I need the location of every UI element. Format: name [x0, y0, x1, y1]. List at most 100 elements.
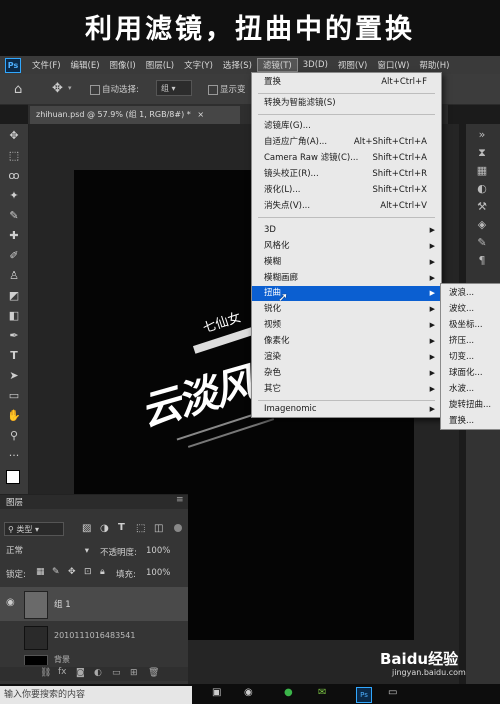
- lasso-tool-icon[interactable]: ꝏ: [6, 168, 22, 184]
- foreground-color-swatch[interactable]: [6, 470, 20, 484]
- more-tools-icon[interactable]: ···: [6, 448, 22, 464]
- menu-item-displace-last[interactable]: 置换 Alt+Ctrl+F: [252, 75, 441, 90]
- menu-item-other[interactable]: 其它 ▶: [252, 382, 441, 397]
- visibility-eye-icon[interactable]: ◉: [6, 597, 15, 608]
- layers-tab[interactable]: 图层: [6, 496, 23, 508]
- layer-row[interactable]: ◉ 组 1: [0, 587, 188, 621]
- menu-select[interactable]: 选择(S): [218, 59, 257, 71]
- new-layer-icon[interactable]: ⊞: [130, 668, 138, 678]
- adjustment-layer-icon[interactable]: ◐: [94, 668, 102, 678]
- adjustment-filter-icon[interactable]: ◑: [100, 523, 109, 534]
- fx-icon[interactable]: fx: [58, 667, 67, 677]
- hand-tool-icon[interactable]: ✋: [6, 408, 22, 424]
- browser-icon[interactable]: ◉: [244, 687, 253, 698]
- shape-tool-icon[interactable]: ▭: [6, 388, 22, 404]
- adjustments-panel-icon[interactable]: ◐: [475, 182, 489, 196]
- layer-row[interactable]: 2010111016483541: [0, 623, 188, 651]
- menu-item-pixelate[interactable]: 像素化 ▶: [252, 334, 441, 349]
- eraser-tool-icon[interactable]: ◩: [6, 288, 22, 304]
- document-tab[interactable]: zhihuan.psd @ 57.9% (组 1, RGB/8#) * ×: [30, 106, 240, 124]
- menu-image[interactable]: 图像(I): [105, 59, 141, 71]
- submenu-item-shear[interactable]: 切变...: [449, 349, 474, 365]
- menu-item-imagenomic[interactable]: Imagenomic ▶: [252, 402, 441, 417]
- wechat-icon[interactable]: ✉: [318, 687, 326, 698]
- filter-toggle-icon[interactable]: [174, 524, 182, 532]
- layers-panel-icon[interactable]: ◈: [475, 218, 489, 232]
- lock-all-icon[interactable]: 🔒︎: [100, 567, 105, 577]
- lock-pixels-icon[interactable]: ✎: [52, 567, 60, 577]
- submenu-item-displace[interactable]: 置换...: [449, 413, 474, 429]
- lock-position-icon[interactable]: ✥: [68, 567, 76, 577]
- folder-icon[interactable]: ▭: [388, 687, 397, 698]
- close-icon[interactable]: ×: [197, 110, 204, 119]
- chrome-icon[interactable]: ●: [284, 687, 293, 698]
- brush-tool-icon[interactable]: ✐: [6, 248, 22, 264]
- menu-filter[interactable]: 滤镜(T): [256, 58, 298, 72]
- type-tool-icon[interactable]: T: [6, 348, 22, 364]
- menu-item-noise[interactable]: 杂色 ▶: [252, 366, 441, 381]
- submenu-item-polar-coordinates[interactable]: 极坐标...: [449, 317, 483, 333]
- menu-help[interactable]: 帮助(H): [414, 59, 454, 71]
- menu-item-vanishing-point[interactable]: 消失点(V)... Alt+Ctrl+V: [252, 199, 441, 214]
- menu-type[interactable]: 文字(Y): [179, 59, 218, 71]
- menu-item-stylize[interactable]: 风格化 ▶: [252, 239, 441, 254]
- task-view-icon[interactable]: ▣: [212, 687, 221, 698]
- home-icon[interactable]: ⌂: [14, 82, 22, 97]
- menu-item-filter-gallery[interactable]: 滤镜库(G)...: [252, 119, 441, 134]
- gradient-tool-icon[interactable]: ◧: [6, 308, 22, 324]
- menu-item-3d[interactable]: 3D ▶: [252, 223, 441, 238]
- link-layers-icon[interactable]: ⛓: [40, 668, 51, 678]
- panel-collapse-icon[interactable]: »: [475, 128, 489, 142]
- trash-icon[interactable]: 🗑︎: [148, 668, 159, 678]
- tools-panel-icon[interactable]: ⚒: [475, 200, 489, 214]
- folder-icon[interactable]: ▭: [112, 668, 121, 678]
- menu-item-render[interactable]: 渲染 ▶: [252, 350, 441, 365]
- auto-select-dropdown[interactable]: 组 ▾: [156, 80, 192, 96]
- add-mask-icon[interactable]: ◙: [76, 668, 85, 678]
- shape-filter-icon[interactable]: ⬚: [136, 523, 145, 534]
- history-panel-icon[interactable]: ⧗: [475, 146, 489, 160]
- menu-edit[interactable]: 编辑(E): [66, 59, 105, 71]
- panel-menu-icon[interactable]: ≡: [176, 495, 184, 505]
- menu-view[interactable]: 视图(V): [333, 59, 372, 71]
- submenu-item-spherize[interactable]: 球面化...: [449, 365, 483, 381]
- smart-object-filter-icon[interactable]: ◫: [154, 523, 163, 534]
- menu-item-sharpen[interactable]: 锐化 ▶: [252, 302, 441, 317]
- menu-3d[interactable]: 3D(D): [298, 60, 333, 70]
- menu-item-video[interactable]: 视频 ▶: [252, 318, 441, 333]
- menu-layer[interactable]: 图层(L): [141, 59, 179, 71]
- menu-item-camera-raw[interactable]: Camera Raw 滤镜(C)... Shift+Ctrl+A: [252, 151, 441, 166]
- menu-file[interactable]: 文件(F): [27, 59, 66, 71]
- photoshop-taskbar-icon[interactable]: Ps: [356, 687, 372, 703]
- magic-wand-tool-icon[interactable]: ✦: [6, 188, 22, 204]
- marquee-tool-icon[interactable]: ⬚: [6, 148, 22, 164]
- blend-mode-dropdown[interactable]: 正常 ▾: [6, 545, 91, 558]
- show-transform-checkbox[interactable]: [208, 85, 218, 95]
- stamp-tool-icon[interactable]: ♙: [6, 268, 22, 284]
- brush-panel-icon[interactable]: ✎: [475, 236, 489, 250]
- menu-item-convert-smart-filter[interactable]: 转换为智能滤镜(S): [252, 96, 441, 111]
- move-tool-icon[interactable]: ✥: [6, 128, 22, 144]
- lock-transparency-icon[interactable]: ▦: [36, 567, 45, 577]
- menu-item-blur[interactable]: 模糊 ▶: [252, 255, 441, 270]
- layer-row[interactable]: 背景: [0, 653, 188, 665]
- fill-value[interactable]: 100%: [146, 568, 170, 578]
- lock-artboard-icon[interactable]: ⊡: [84, 567, 92, 577]
- menu-window[interactable]: 窗口(W): [372, 59, 414, 71]
- submenu-item-pinch[interactable]: 挤压...: [449, 333, 474, 349]
- pixel-filter-icon[interactable]: ▨: [82, 523, 91, 534]
- layer-kind-dropdown[interactable]: ⚲ 类型 ▾: [4, 522, 64, 536]
- swatches-panel-icon[interactable]: ▦: [475, 164, 489, 178]
- taskbar-search-input[interactable]: 输入你要搜索的内容: [0, 686, 192, 704]
- type-filter-icon[interactable]: T: [118, 522, 125, 533]
- menu-item-adaptive-wide-angle[interactable]: 自适应广角(A)... Alt+Shift+Ctrl+A: [252, 135, 441, 150]
- menu-item-lens-correction[interactable]: 镜头校正(R)... Shift+Ctrl+R: [252, 167, 441, 182]
- zoom-tool-icon[interactable]: ⚲: [6, 428, 22, 444]
- submenu-item-wave[interactable]: 波浪...: [449, 285, 474, 301]
- eyedropper-tool-icon[interactable]: ✎: [6, 208, 22, 224]
- submenu-item-twirl[interactable]: 旋转扭曲...: [449, 397, 491, 413]
- paragraph-panel-icon[interactable]: ¶: [475, 254, 489, 268]
- move-tool-icon[interactable]: ✥: [52, 81, 63, 96]
- submenu-item-zigzag[interactable]: 水波...: [449, 381, 474, 397]
- opacity-value[interactable]: 100%: [146, 546, 170, 556]
